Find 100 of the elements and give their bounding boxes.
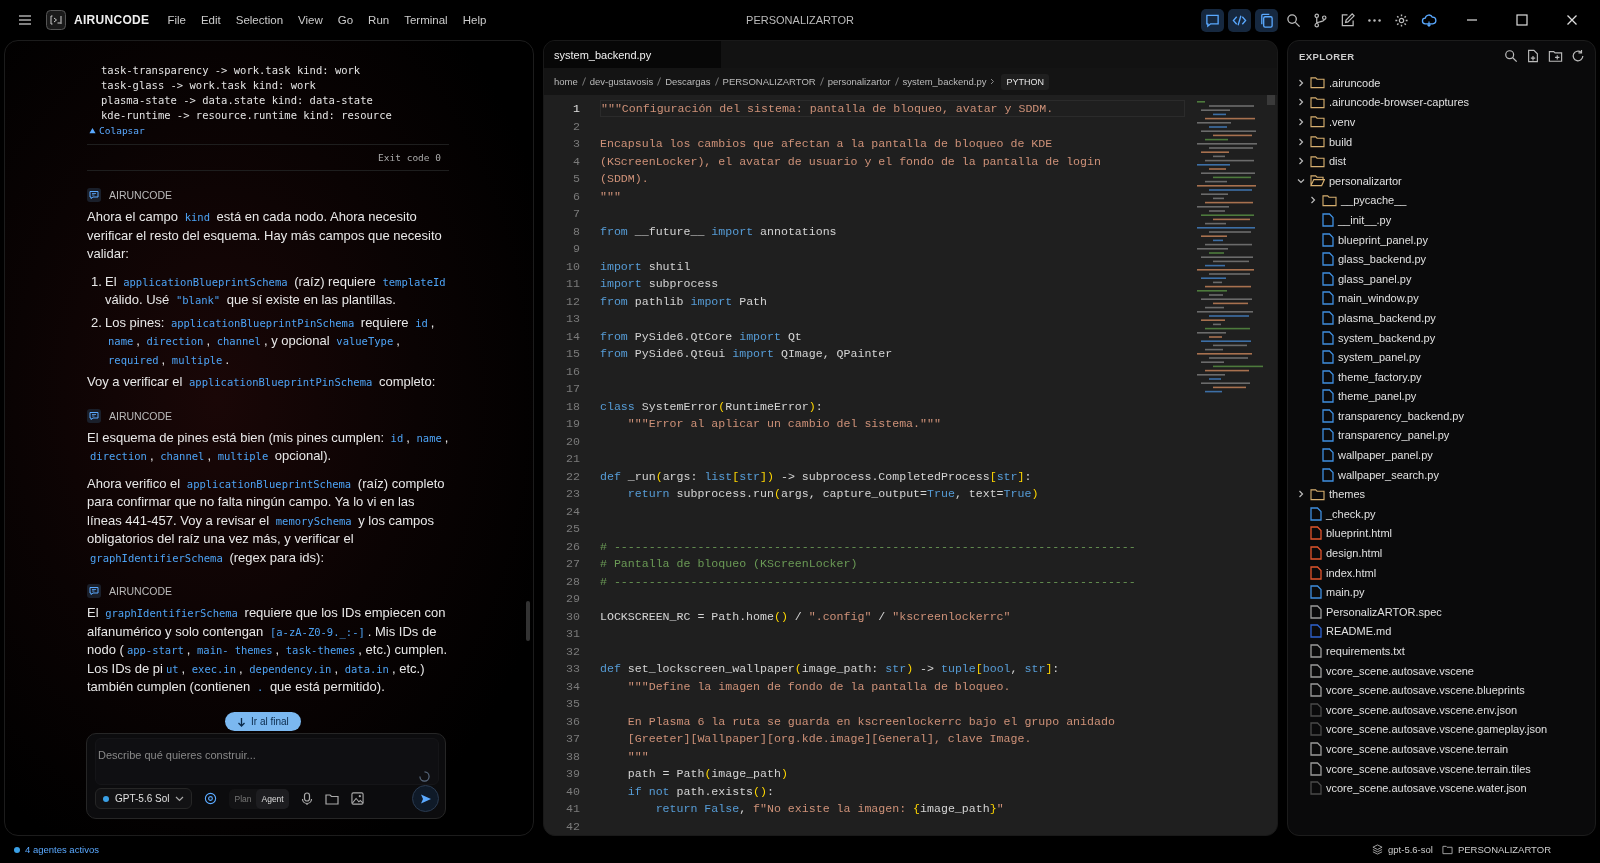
agents-status[interactable]: 4 agentes activos	[25, 844, 99, 855]
tree-item[interactable]: plasma_backend.py	[1338, 311, 1436, 324]
tree-item[interactable]: blueprint_panel.py	[1338, 233, 1428, 246]
tree-item[interactable]: personalizartor	[1329, 174, 1402, 187]
line-number: 2	[572, 119, 580, 133]
tree-item[interactable]: dist	[1329, 155, 1347, 168]
tree-item[interactable]: theme_panel.py	[1338, 390, 1417, 403]
menu-item[interactable]: Selection	[235, 14, 284, 26]
new-file-icon[interactable]	[1526, 49, 1540, 63]
tree-item[interactable]: index.html	[1326, 566, 1377, 579]
tree-item[interactable]: main.py	[1326, 586, 1365, 599]
chevron-icon[interactable]	[1297, 176, 1305, 185]
new-folder-icon[interactable]	[1548, 49, 1563, 63]
file-icon	[1322, 252, 1334, 267]
code-line: (KScreenLocker), el avatar de usuario y el fondo de la pantalla de login	[600, 154, 1101, 168]
tree-item[interactable]: glass_backend.py	[1338, 253, 1427, 266]
file-icon	[1322, 291, 1334, 306]
prompt-field[interactable]: Describe qué quieres construir...	[95, 738, 439, 785]
tree-item[interactable]: .airuncode	[1329, 76, 1381, 89]
line-number: 1	[572, 102, 580, 116]
breadcrumb[interactable]: PERSONALIZARTOR	[722, 76, 816, 88]
status-dot	[14, 846, 20, 853]
tree-item[interactable]: transparency_backend.py	[1338, 409, 1464, 422]
scrollbar[interactable]	[526, 601, 530, 641]
tree-item[interactable]: vcore_scene.autosave.vscene.env.json	[1326, 703, 1518, 716]
project-status[interactable]: PERSONALIZARTOR	[1457, 844, 1551, 855]
collapse-link[interactable]: Colapsar	[87, 123, 145, 136]
breadcrumb[interactable]: dev-gustavosis	[589, 76, 654, 88]
tree-item[interactable]: .airuncode-browser-captures	[1329, 96, 1469, 109]
breadcrumb[interactable]: Descargas	[665, 76, 711, 88]
tree-item[interactable]: _check.py	[1326, 507, 1376, 520]
line-number: 31	[565, 627, 580, 641]
edit-icon	[1340, 12, 1355, 28]
tree-item[interactable]: PersonalizARTOR.spec	[1326, 605, 1442, 618]
line-number: 42	[565, 819, 580, 833]
tree-item[interactable]: __pycache__	[1341, 194, 1407, 207]
menu-item[interactable]: Edit	[200, 14, 221, 26]
chevron-icon[interactable]	[1297, 118, 1305, 126]
tree-item[interactable]: theme_factory.py	[1338, 370, 1422, 383]
tree-item[interactable]: system_panel.py	[1338, 351, 1421, 364]
chevron-icon[interactable]	[1297, 157, 1305, 166]
tree-item[interactable]: vcore_scene.autosave.vscene.blueprints	[1326, 684, 1525, 697]
chevron-icon[interactable]	[1297, 137, 1305, 146]
explorer-title: EXPLORER	[1299, 50, 1355, 62]
menu-item[interactable]: Terminal	[404, 14, 448, 26]
tree-item[interactable]: __init__.py	[1338, 213, 1392, 226]
search-icon[interactable]	[1504, 49, 1518, 63]
file-tab[interactable]: system_backend.py	[544, 41, 722, 69]
line-number: 20	[565, 434, 580, 448]
tree-item[interactable]: requirements.txt	[1326, 645, 1405, 657]
folder-icon[interactable]	[324, 792, 339, 805]
tree-item[interactable]: vcore_scene.autosave.vscene.terrain	[1326, 743, 1509, 755]
menu-item[interactable]: Go	[337, 14, 354, 26]
refresh-icon[interactable]	[1571, 49, 1585, 63]
tree-item[interactable]: glass_panel.py	[1338, 272, 1412, 285]
line-number: 29	[565, 592, 580, 606]
model-status[interactable]: gpt-5.6-sol	[1388, 844, 1433, 855]
scrollbar[interactable]	[1267, 95, 1275, 105]
model-selector[interactable]: GPT-5.6 Sol	[95, 788, 193, 809]
tree-item[interactable]: .venv	[1329, 116, 1356, 128]
tree-item[interactable]: README.md	[1326, 625, 1392, 638]
send-button[interactable]	[412, 785, 439, 812]
tree-item[interactable]: build	[1329, 135, 1353, 148]
chevron-icon[interactable]	[1297, 490, 1305, 499]
chevron-icon[interactable]	[1297, 98, 1305, 107]
tree-item[interactable]: vcore_scene.autosave.vscene.water.json	[1326, 782, 1527, 795]
menu-item[interactable]: Run	[368, 14, 390, 26]
file-icon	[1310, 565, 1322, 580]
code-line: (SDDM).	[600, 172, 649, 186]
chat-button[interactable]	[1201, 8, 1224, 32]
tree-item[interactable]: vcore_scene.autosave.vscene.gameplay.json	[1326, 723, 1548, 736]
tree-item[interactable]: wallpaper_panel.py	[1338, 449, 1433, 462]
tree-item[interactable]: transparency_panel.py	[1338, 429, 1450, 442]
tree-item[interactable]: design.html	[1326, 547, 1383, 560]
menu-item[interactable]: Help	[462, 14, 487, 26]
jump-to-end-button[interactable]: Ir al final	[225, 712, 301, 731]
tree-item[interactable]: vcore_scene.autosave.vscene	[1326, 664, 1474, 677]
mode-tab[interactable]: Agent	[256, 788, 289, 809]
microphone-icon[interactable]	[300, 791, 313, 806]
mode-tab[interactable]: Plan	[229, 788, 257, 809]
menu-item[interactable]: File	[167, 14, 186, 26]
tree-item[interactable]: blueprint.html	[1326, 527, 1393, 540]
separator-icon	[714, 77, 719, 87]
menu-icon[interactable]	[18, 14, 32, 26]
breadcrumb[interactable]: personalizartor	[827, 76, 891, 88]
tree-item[interactable]: wallpaper_search.py	[1338, 468, 1439, 481]
copy-button[interactable]	[1255, 8, 1278, 32]
tree-item[interactable]: themes	[1329, 488, 1366, 501]
menu-item[interactable]: View	[298, 14, 323, 26]
chevron-icon[interactable]	[1309, 196, 1317, 205]
image-icon[interactable]	[350, 792, 364, 805]
tree-item[interactable]: main_window.py	[1338, 292, 1419, 305]
breadcrumb[interactable]: system_backend.py	[902, 76, 987, 88]
tree-item[interactable]: system_backend.py	[1338, 331, 1436, 344]
code-button[interactable]	[1228, 8, 1251, 32]
chevron-icon[interactable]	[1297, 78, 1305, 87]
breadcrumb[interactable]: home	[554, 76, 578, 88]
tree-item[interactable]: vcore_scene.autosave.vscene.terrain.tiles	[1326, 762, 1531, 775]
target-icon[interactable]	[204, 792, 218, 805]
line-number: 10	[565, 259, 580, 273]
